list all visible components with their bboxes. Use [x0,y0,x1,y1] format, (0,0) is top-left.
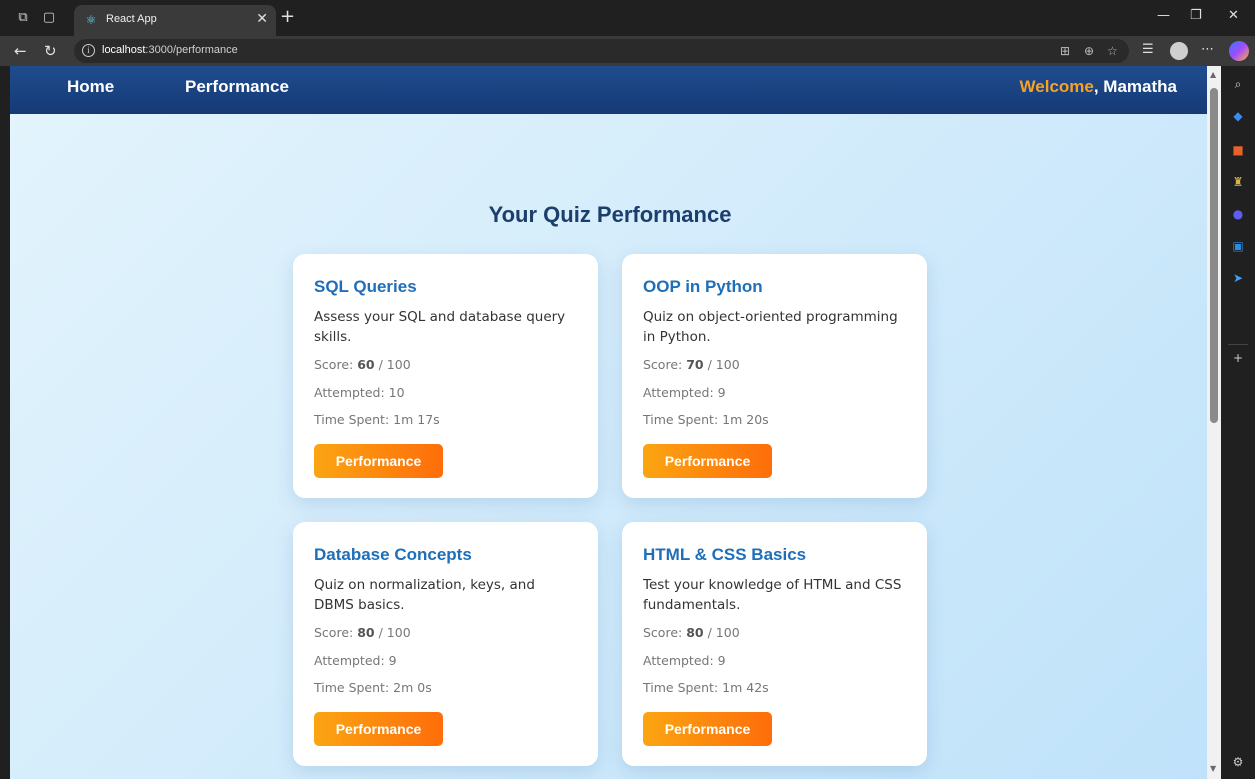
minimize-icon[interactable]: — [1157,8,1170,23]
outlook-icon[interactable]: ▣ [1230,238,1246,254]
more-menu-icon[interactable]: ⋯ [1201,42,1214,57]
quiz-title: SQL Queries [314,277,417,296]
time-spent-line: Time Spent: 2m 0s [314,680,432,695]
quiz-description: Assess your SQL and database query skill… [314,309,566,345]
scroll-down-icon[interactable]: ▼ [1210,764,1216,773]
favorites-list-icon[interactable]: ☰ [1142,42,1154,57]
nav-home-link[interactable]: Home [67,77,114,97]
time-spent-line: Time Spent: 1m 42s [643,680,769,695]
address-bar-row: ← ↻ i localhost:3000/performance ⊞ ⊕ ☆ ☰… [0,36,1255,66]
quiz-description: Test your knowledge of HTML and CSS fund… [643,577,902,613]
copilot-sidebar-icon[interactable]: ● [1230,206,1246,222]
time-spent-line: Time Spent: 1m 17s [314,412,440,427]
quiz-card: OOP in Python Quiz on object-oriented pr… [622,254,927,498]
quiz-card: Database Concepts Quiz on normalization,… [293,522,598,766]
score-line: Score: 80 / 100 [314,625,411,640]
back-arrow-icon[interactable]: ← [14,42,27,60]
browser-tab[interactable]: ⚛ React App ✕ [74,5,276,36]
page-title: Your Quiz Performance [488,202,732,227]
search-icon[interactable]: ⌕ [1230,76,1246,92]
score-line: Score: 80 / 100 [643,625,740,640]
scroll-up-icon[interactable]: ▲ [1210,70,1216,79]
immersive-reader-icon[interactable]: ⊞ [1060,44,1070,58]
quiz-title: Database Concepts [314,545,472,564]
shopping-tag-icon[interactable]: ◆ [1230,108,1246,124]
attempted-line: Attempted: 9 [314,653,397,668]
scrollbar-thumb[interactable] [1210,88,1218,423]
add-sidebar-app-icon[interactable]: + [1230,350,1246,366]
tools-briefcase-icon[interactable]: ■ [1230,142,1246,158]
navbar: Home Performance Welcome, Mamatha [10,66,1207,114]
restore-icon[interactable]: ❐ [1190,8,1202,23]
performance-button[interactable]: Performance [643,444,772,478]
games-icon[interactable]: ♜ [1230,174,1246,190]
copilot-icon[interactable] [1229,41,1249,61]
score-line: Score: 60 / 100 [314,357,411,372]
zoom-icon[interactable]: ⊕ [1084,44,1094,58]
close-tab-icon[interactable]: ✕ [256,11,268,27]
close-window-icon[interactable]: ✕ [1228,8,1239,23]
quiz-title: HTML & CSS Basics [643,545,807,564]
quiz-description: Quiz on normalization, keys, and DBMS ba… [314,577,535,613]
attempted-line: Attempted: 9 [643,653,726,668]
edge-sidebar: ⌕ ◆ ■ ♜ ● ▣ ➤ + ⚙ [1221,66,1255,779]
attempted-line: Attempted: 10 [314,385,405,400]
send-icon[interactable]: ➤ [1230,270,1246,286]
time-spent-line: Time Spent: 1m 20s [643,412,769,427]
tab-title: React App [106,13,157,25]
page-content: Home Performance Welcome, Mamatha Your Q… [10,66,1207,779]
sidebar-divider [1228,344,1248,345]
favorite-star-icon[interactable]: ☆ [1107,44,1118,58]
quiz-card: HTML & CSS Basics Test your knowledge of… [622,522,927,766]
page-scrollbar[interactable]: ▲ ▼ [1207,66,1221,779]
url-input[interactable]: i localhost:3000/performance ⊞ ⊕ ☆ [74,39,1129,63]
performance-button[interactable]: Performance [314,712,443,746]
performance-button[interactable]: Performance [643,712,772,746]
refresh-icon[interactable]: ↻ [44,42,57,60]
profile-avatar[interactable] [1170,42,1188,60]
score-line: Score: 70 / 100 [643,357,740,372]
welcome-message: Welcome, Mamatha [1019,77,1177,96]
site-info-icon[interactable]: i [82,44,95,57]
workspaces-icon[interactable]: ⧉ [14,9,32,27]
quiz-card: SQL Queries Assess your SQL and database… [293,254,598,498]
quiz-title: OOP in Python [643,277,763,296]
url-text: localhost:3000/performance [102,44,238,56]
tab-actions-icon[interactable]: ▢ [40,9,58,27]
quiz-description: Quiz on object-oriented programming in P… [643,309,898,345]
nav-performance-link[interactable]: Performance [185,77,289,97]
performance-button[interactable]: Performance [314,444,443,478]
new-tab-icon[interactable]: + [280,6,295,27]
settings-gear-icon[interactable]: ⚙ [1230,754,1246,770]
attempted-line: Attempted: 9 [643,385,726,400]
browser-tab-bar: ⧉ ▢ ⚛ React App ✕ + — ❐ ✕ [0,0,1255,36]
react-favicon-icon: ⚛ [85,13,97,27]
